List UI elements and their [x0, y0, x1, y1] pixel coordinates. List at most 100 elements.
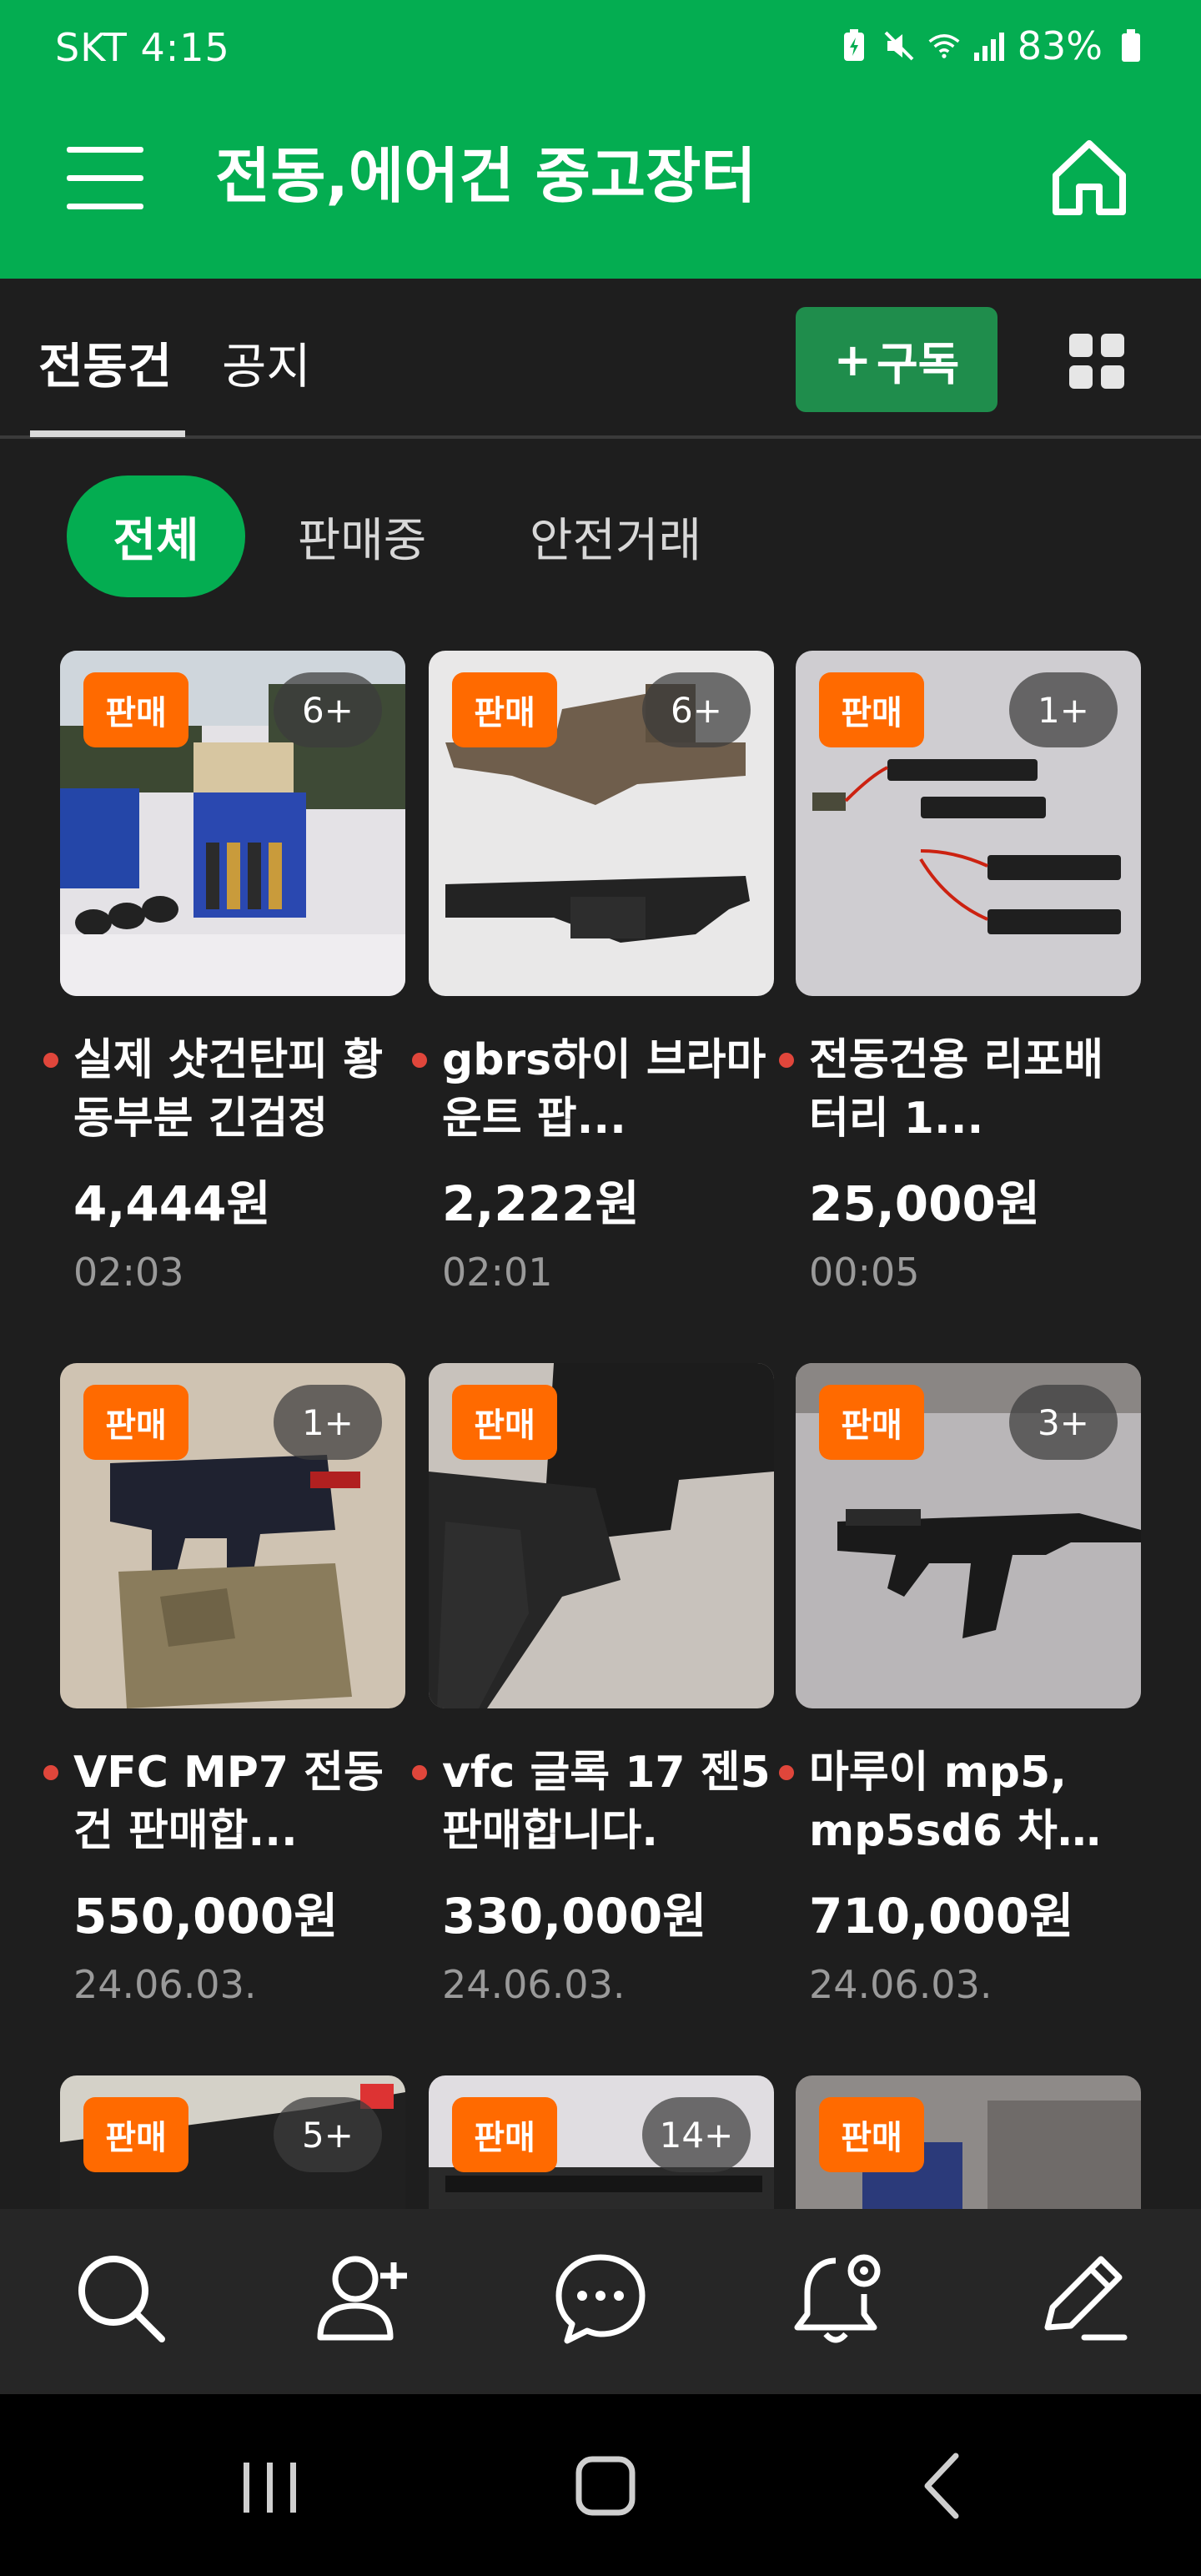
image-count-badge: 1+	[1009, 672, 1118, 747]
back-chevron-icon	[924, 2453, 959, 2519]
filter-on-sale[interactable]: 판매중	[279, 475, 445, 597]
sale-badge: 판매	[452, 2097, 557, 2172]
filter-safe-trade[interactable]: 안전거래	[507, 475, 724, 597]
grid-view-button[interactable]	[1069, 334, 1124, 389]
product-title[interactable]: 마루이 mp5, mp5sd6 차세...	[809, 1743, 1141, 1860]
product-image[interactable]: 판매 14+	[429, 2075, 774, 2209]
new-indicator-dot	[779, 1765, 794, 1780]
search-button[interactable]	[70, 2247, 170, 2347]
status-icons: 83%	[837, 23, 1148, 68]
battery-percent: 83%	[1017, 23, 1103, 68]
product-price: 330,000원	[442, 1888, 707, 1945]
product-image[interactable]: 판매 5+	[60, 2075, 405, 2209]
product-time: 24.06.03.	[73, 1962, 257, 2007]
product-title[interactable]: gbrs하이 브라마운트 팝...	[442, 1031, 774, 1148]
recent-apps-icon	[244, 2463, 296, 2513]
add-friend-button[interactable]	[312, 2247, 412, 2347]
grid-icon	[1069, 334, 1124, 389]
product-card[interactable]: 판매 14+	[429, 2075, 774, 2209]
product-price: 2,222원	[442, 1175, 640, 1232]
sale-badge: 판매	[83, 2097, 188, 2172]
product-price: 25,000원	[809, 1175, 1041, 1232]
write-post-button[interactable]	[1031, 2247, 1131, 2347]
product-card[interactable]: 판매 3+ 마루이 mp5, mp5sd6 차세... 710,000원 24.…	[779, 1363, 1141, 2007]
search-icon	[78, 2256, 165, 2342]
product-title[interactable]: vfc 글록 17 젠5 판매합니다.	[442, 1743, 774, 1860]
mute-icon	[882, 28, 916, 64]
bottom-navigation	[0, 2209, 1201, 2394]
new-indicator-dot	[43, 1053, 58, 1068]
recent-apps-button[interactable]	[229, 2444, 312, 2528]
product-title[interactable]: 실제 샷건탄피 황동부분 긴검정	[73, 1031, 405, 1148]
product-image[interactable]: 판매 6+	[429, 651, 774, 996]
product-card[interactable]: 판매 5+	[60, 2075, 405, 2209]
product-image[interactable]: 판매	[429, 1363, 774, 1708]
sale-badge: 판매	[819, 672, 924, 747]
plus-icon: +	[833, 333, 872, 386]
status-bar: SKT 4:15 83%	[0, 0, 1201, 100]
sale-badge: 판매	[452, 672, 557, 747]
product-image[interactable]: 판매 3+	[796, 1363, 1141, 1708]
product-card[interactable]: 판매 6+ 실제 샷건탄피 황동부분 긴검정 4,444원 02:03	[43, 651, 405, 1295]
product-time: 02:01	[442, 1250, 553, 1295]
active-tab-indicator	[30, 430, 185, 437]
new-indicator-dot	[412, 1053, 427, 1068]
product-card[interactable]: 판매 1+ 전동건용 리포배터리 1... 25,000원 00:05	[779, 651, 1141, 1295]
product-image[interactable]: 판매	[796, 2075, 1141, 2209]
filter-chips: 전체 판매중 안전거래	[0, 439, 1201, 597]
battery-saver-icon	[837, 28, 871, 64]
image-count-badge: 1+	[274, 1385, 382, 1460]
subscribe-button[interactable]: + 구독	[796, 307, 997, 412]
status-carrier-time: SKT 4:15	[55, 25, 230, 70]
page-title: 전동,에어건 중고장터	[215, 141, 756, 211]
sale-badge: 판매	[452, 1385, 557, 1460]
home-system-button[interactable]	[564, 2444, 647, 2528]
product-price: 4,444원	[73, 1175, 271, 1232]
subscribe-label: 구독	[876, 337, 960, 390]
pencil-icon	[1044, 2256, 1128, 2341]
system-navigation-bar	[0, 2394, 1201, 2576]
sale-badge: 판매	[83, 672, 188, 747]
back-button[interactable]	[901, 2444, 984, 2528]
add-user-icon	[317, 2256, 407, 2341]
product-time: 00:05	[809, 1250, 920, 1295]
product-price: 710,000원	[809, 1888, 1074, 1945]
home-square-icon	[575, 2456, 636, 2516]
filter-all[interactable]: 전체	[67, 475, 245, 597]
chat-icon	[555, 2254, 646, 2344]
product-title[interactable]: VFC MP7 전동건 판매합...	[73, 1743, 405, 1860]
image-count-badge: 3+	[1009, 1385, 1118, 1460]
app-header: 전동,에어건 중고장터	[0, 100, 1201, 279]
product-image[interactable]: 판매 1+	[60, 1363, 405, 1708]
product-title[interactable]: 전동건용 리포배터리 1...	[809, 1031, 1141, 1148]
sale-badge: 판매	[83, 1385, 188, 1460]
hamburger-icon	[67, 147, 143, 209]
bell-settings-icon	[794, 2254, 881, 2343]
chat-button[interactable]	[550, 2247, 651, 2347]
home-icon	[1053, 140, 1126, 215]
tab-notice[interactable]: 공지	[222, 327, 311, 397]
image-count-badge: 6+	[274, 672, 382, 747]
home-button[interactable]	[1048, 137, 1131, 220]
product-image[interactable]: 판매 6+	[60, 651, 405, 996]
product-card[interactable]: 판매 6+ gbrs하이 브라마운트 팝... 2,222원 02:01	[412, 651, 774, 1295]
battery-icon	[1114, 28, 1148, 64]
image-count-badge: 5+	[274, 2097, 382, 2172]
product-card[interactable]: 판매 1+ VFC MP7 전동건 판매합... 550,000원 24.06.…	[43, 1363, 405, 2007]
product-time: 24.06.03.	[809, 1962, 992, 2007]
product-price: 550,000원	[73, 1888, 339, 1945]
product-time: 24.06.03.	[442, 1962, 626, 2007]
product-card[interactable]: 판매	[796, 2075, 1141, 2209]
product-image[interactable]: 판매 1+	[796, 651, 1141, 996]
sale-badge: 판매	[819, 2097, 924, 2172]
signal-icon	[972, 28, 1006, 64]
menu-button[interactable]	[67, 143, 143, 212]
new-indicator-dot	[412, 1765, 427, 1780]
notification-settings-button[interactable]	[789, 2247, 889, 2347]
product-card[interactable]: 판매 vfc 글록 17 젠5 판매합니다. 330,000원 24.06.03…	[412, 1363, 774, 2007]
image-count-badge: 14+	[642, 2097, 751, 2172]
new-indicator-dot	[43, 1765, 58, 1780]
board-tabs: 전동건 공지 + 구독	[0, 279, 1201, 439]
wifi-icon	[927, 28, 961, 64]
tab-electric-gun[interactable]: 전동건	[38, 327, 172, 397]
